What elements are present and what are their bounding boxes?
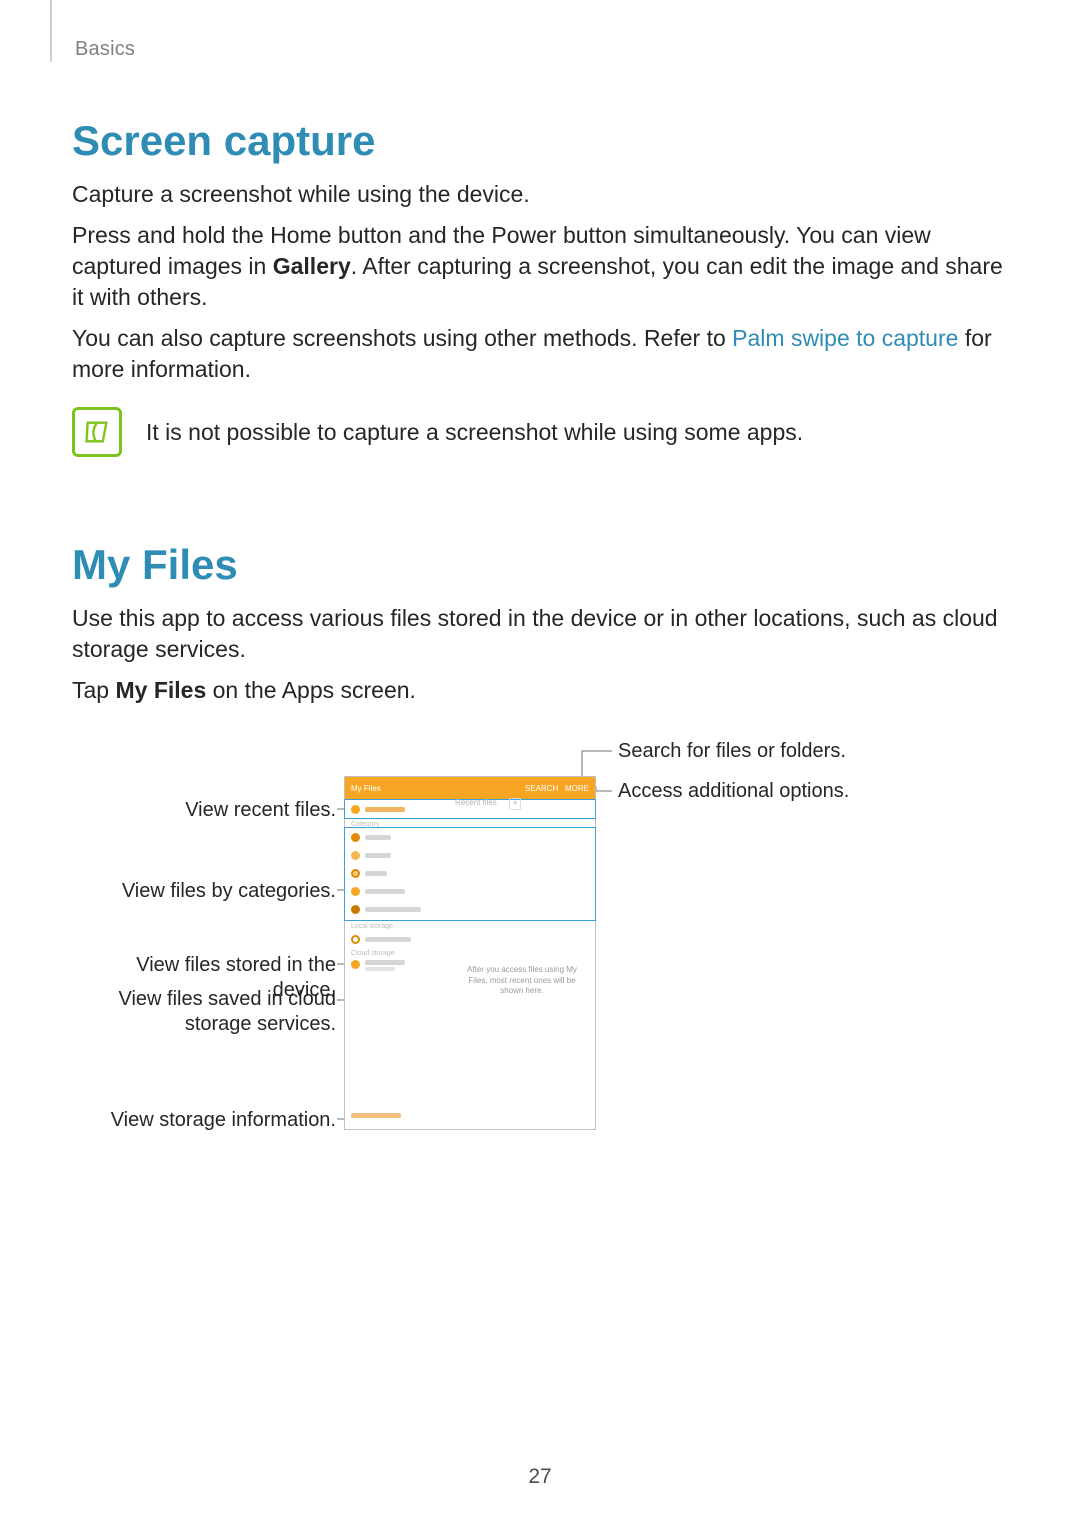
device-storage-icon	[351, 935, 360, 944]
note-block: It is not possible to capture a screensh…	[72, 407, 1008, 457]
images-icon	[351, 833, 360, 842]
my-files-diagram: View recent files. View files by categor…	[72, 740, 1008, 1160]
page-number: 27	[0, 1465, 1080, 1489]
mf-launch: Tap My Files on the Apps screen.	[72, 675, 1008, 706]
heading-my-files: My Files	[72, 541, 1008, 589]
breadcrumb: Basics	[75, 38, 1008, 61]
download-icon	[351, 905, 360, 914]
mock-empty-hint: After you access files using My Files, m…	[462, 965, 582, 996]
sc-other-methods: You can also capture screenshots using o…	[72, 323, 1008, 385]
my-files-ref: My Files	[115, 677, 206, 703]
mock-recent-label	[365, 807, 405, 812]
cloud-drive-icon	[351, 960, 360, 969]
mock-more: MORE	[565, 784, 589, 793]
documents-icon	[351, 887, 360, 896]
gallery-ref: Gallery	[273, 253, 351, 279]
videos-icon	[351, 851, 360, 860]
storage-used-label	[351, 1113, 401, 1118]
note-icon	[72, 407, 122, 457]
palm-swipe-link[interactable]: Palm swipe to capture	[732, 325, 958, 351]
heading-screen-capture: Screen capture	[72, 117, 1008, 165]
sc-howto: Press and hold the Home button and the P…	[72, 220, 1008, 313]
mock-right-panel: Recent files +	[447, 795, 592, 1125]
tab-add: +	[509, 798, 521, 810]
note-text: It is not possible to capture a screensh…	[146, 417, 803, 448]
mock-search: SEARCH	[525, 784, 558, 793]
mock-title: My Files	[351, 784, 381, 793]
tab-recent-files: Recent files	[455, 798, 497, 807]
sc-intro: Capture a screenshot while using the dev…	[72, 179, 1008, 210]
audio-icon	[351, 869, 360, 878]
mf-intro: Use this app to access various files sto…	[72, 603, 1008, 665]
clock-icon	[351, 805, 360, 814]
margin-rule	[50, 0, 52, 62]
